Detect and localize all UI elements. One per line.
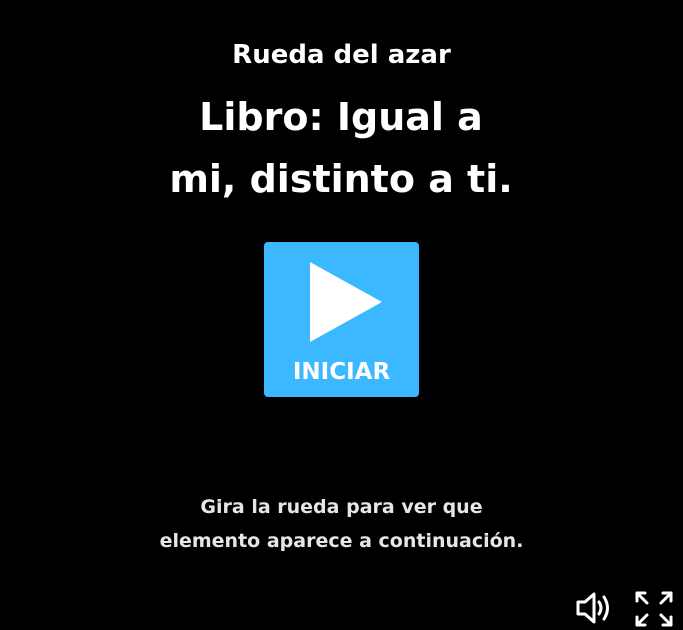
activity-type-label: Rueda del azar — [232, 40, 451, 70]
activity-stage: Rueda del azar Libro: Igual a mi, distin… — [0, 0, 683, 630]
speaker-icon — [576, 592, 609, 624]
activity-title-line-1: Libro: Igual a — [199, 95, 483, 139]
sound-button[interactable] — [574, 590, 614, 626]
fullscreen-icon — [635, 591, 673, 627]
instructions-line-2: elemento aparece a continuación. — [159, 530, 524, 552]
play-icon — [310, 262, 382, 342]
activity-title-line-2: mi, distinto a ti. — [169, 157, 513, 201]
start-button[interactable]: INICIAR — [264, 242, 419, 397]
instructions-line-1: Gira la rueda para ver que — [200, 496, 483, 518]
fullscreen-button[interactable] — [634, 590, 674, 628]
activity-title: Libro: Igual a mi, distinto a ti. — [141, 86, 541, 210]
instructions-text: Gira la rueda para ver que elemento apar… — [100, 490, 583, 558]
start-button-label: INICIAR — [292, 359, 391, 385]
